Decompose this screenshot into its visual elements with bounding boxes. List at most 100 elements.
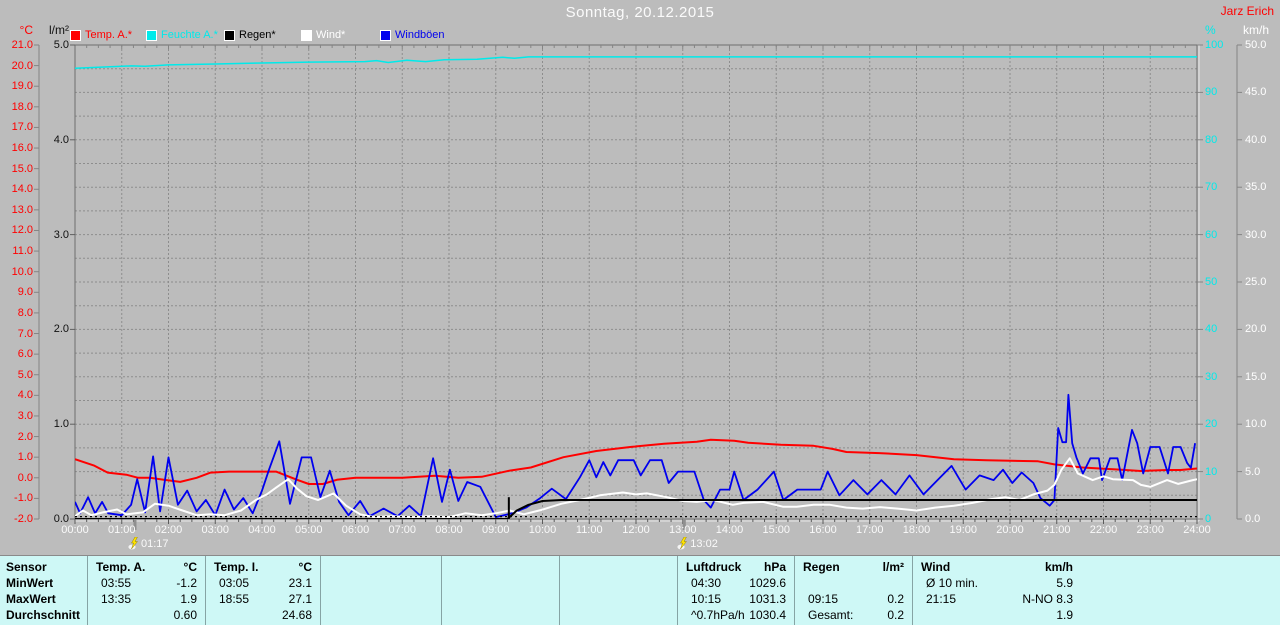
table-row: 04:30 1029.6 (678, 575, 794, 591)
y-tick-temp: 4.0 (17, 389, 33, 402)
table-col-temp-a-: Temp. A. °C 03:55 -1.2 13:35 1.9 0.60 (88, 556, 206, 625)
table-row: 18:55 27.1 (206, 591, 320, 607)
table-cell-value: 5.9 (1056, 576, 1073, 590)
y-tick-humidity: 30 (1205, 370, 1218, 383)
table-col-luftdruck: Luftdruck hPa 04:30 1029.6 10:15 1031.3 ^0.7hP… (678, 556, 795, 625)
table-cell-time: Gesamt: (808, 608, 854, 622)
x-tick-label: 15:00 (762, 524, 791, 536)
table-cell-value: 1030.4 (749, 608, 786, 622)
table-col-temp-i-: Temp. I. °C 03:05 23.1 18:55 27.1 24.68 (206, 556, 321, 625)
table-row-label: MinWert (6, 576, 54, 590)
table-row: ^0.7hPa/h 1030.4 (678, 607, 794, 623)
x-tick-label: 23:00 (1136, 524, 1165, 536)
x-tick-label: 21:00 (1042, 524, 1071, 536)
y-tick-rain: 1.0 (53, 418, 69, 431)
y-tick-temp: -1.0 (14, 492, 33, 505)
table-row: 10:15 1031.3 (678, 591, 794, 607)
weather-chart-window: Sonntag, 20.12.2015 Jarz Erich °C l/m² %… (0, 0, 1280, 625)
y-tick-temp: 10.0 (11, 265, 33, 278)
table-col-header: Temp. A. °C (88, 559, 205, 575)
y-tick-temp: 7.0 (17, 327, 33, 340)
y-tick-temp: 19.0 (11, 80, 33, 93)
table-cell-time: Ø 10 min. (926, 576, 979, 590)
x-tick-label: 04:00 (248, 524, 276, 536)
y-tick-temp: 5.0 (17, 368, 33, 381)
table-row: 09:15 0.2 (795, 591, 912, 607)
y-tick-temp: 21.0 (11, 39, 33, 51)
table-cell-time (214, 607, 219, 623)
y-tick-humidity: 70 (1205, 181, 1218, 194)
table-cell-value: 24.68 (281, 608, 312, 622)
table-row: 13:35 1.9 (88, 591, 205, 607)
table-col-empty (442, 556, 560, 625)
table-cell-time (96, 607, 101, 623)
x-tick-label: 11:00 (575, 524, 603, 536)
y-tick-temp: 9.0 (17, 286, 33, 299)
table-col-header: Temp. I. °C (206, 559, 320, 575)
table-cell-time: 03:05 (219, 576, 250, 590)
table-row: 0.60 (88, 607, 205, 623)
x-tick-label: 05:00 (294, 524, 323, 536)
weather-marker-time: 01:17 (140, 537, 169, 550)
y-tick-temp: 3.0 (17, 409, 33, 422)
x-tick-label: 10:00 (528, 524, 557, 536)
weather-marker: 13:02 (677, 537, 718, 550)
y-tick-wind: 30.0 (1245, 228, 1267, 241)
x-tick-label: 03:00 (201, 524, 230, 536)
y-tick-temp: 16.0 (11, 142, 33, 155)
table-cell-value: 23.1 (288, 576, 312, 590)
table-cell-value: -1.2 (176, 576, 197, 590)
table-cell-time: 03:55 (101, 576, 132, 590)
x-tick-label: 01:00 (107, 524, 136, 536)
y-tick-humidity: 100 (1205, 39, 1224, 51)
x-tick-label: 12:00 (622, 524, 650, 536)
table-cell-value: 0.2 (887, 592, 904, 606)
table-cell-value: N-NO 8.3 (1022, 592, 1073, 606)
y-tick-temp: 0.0 (17, 471, 33, 484)
x-tick-label: 13:00 (668, 524, 697, 536)
table-col-header: Regen l/m² (795, 559, 912, 575)
y-tick-wind: 45.0 (1245, 86, 1267, 99)
table-cell-value: 1.9 (1056, 608, 1073, 622)
table-col-name: Temp. A. (96, 560, 146, 574)
y-tick-wind: 5.0 (1245, 465, 1261, 478)
table-cell-time: 18:55 (219, 592, 250, 606)
y-tick-wind: 15.0 (1245, 370, 1267, 383)
x-tick-label: 06:00 (341, 524, 370, 536)
y-tick-humidity: 20 (1205, 418, 1218, 431)
table-row: 1.9 (913, 607, 1081, 623)
table-col-name: Wind (921, 560, 951, 574)
y-tick-temp: 18.0 (11, 100, 33, 113)
x-tick-label: 24:00 (1183, 524, 1211, 536)
x-tick-label: 17:00 (855, 524, 884, 536)
table-cell-value: 0.2 (887, 608, 904, 622)
table-cell-time: 09:15 (808, 592, 839, 606)
table-col-unit: °C (183, 560, 197, 574)
table-col-unit: hPa (763, 560, 786, 574)
y-tick-rain: 5.0 (53, 39, 69, 51)
table-col-name: Luftdruck (686, 560, 742, 574)
summary-table: Sensor MinWert MaxWert Durchschnitt Temp. A.… (0, 555, 1280, 625)
table-cell-time: 21:15 (926, 592, 957, 606)
y-tick-temp: 14.0 (11, 183, 33, 196)
table-row: 21:15 N-NO 8.3 (913, 591, 1081, 607)
x-tick-label: 14:00 (715, 524, 744, 536)
table-row: Gesamt: 0.2 (795, 607, 912, 623)
table-row: 03:55 -1.2 (88, 575, 205, 591)
table-cell-time: 10:15 (691, 592, 722, 606)
y-tick-wind: 20.0 (1245, 323, 1267, 336)
table-cell-time: ^0.7hPa/h (691, 608, 745, 622)
table-row: 24.68 (206, 607, 320, 623)
x-tick-label: 18:00 (902, 524, 931, 536)
table-col-wind: Wind km/h Ø 10 min. 5.9 21:15 N-NO 8.3 1.9 (913, 556, 1280, 625)
weather-marker-time: 13:02 (690, 537, 718, 550)
y-tick-temp: 6.0 (17, 348, 33, 361)
y-tick-rain: 3.0 (53, 228, 69, 241)
y-tick-temp: 2.0 (17, 430, 33, 443)
x-tick-label: 22:00 (1089, 524, 1118, 536)
y-tick-wind: 10.0 (1245, 418, 1267, 431)
y-tick-wind: 25.0 (1245, 276, 1267, 288)
table-cell-value: 1.9 (180, 592, 197, 606)
table-row (795, 575, 912, 591)
table-cell-value: 1029.6 (749, 576, 786, 590)
